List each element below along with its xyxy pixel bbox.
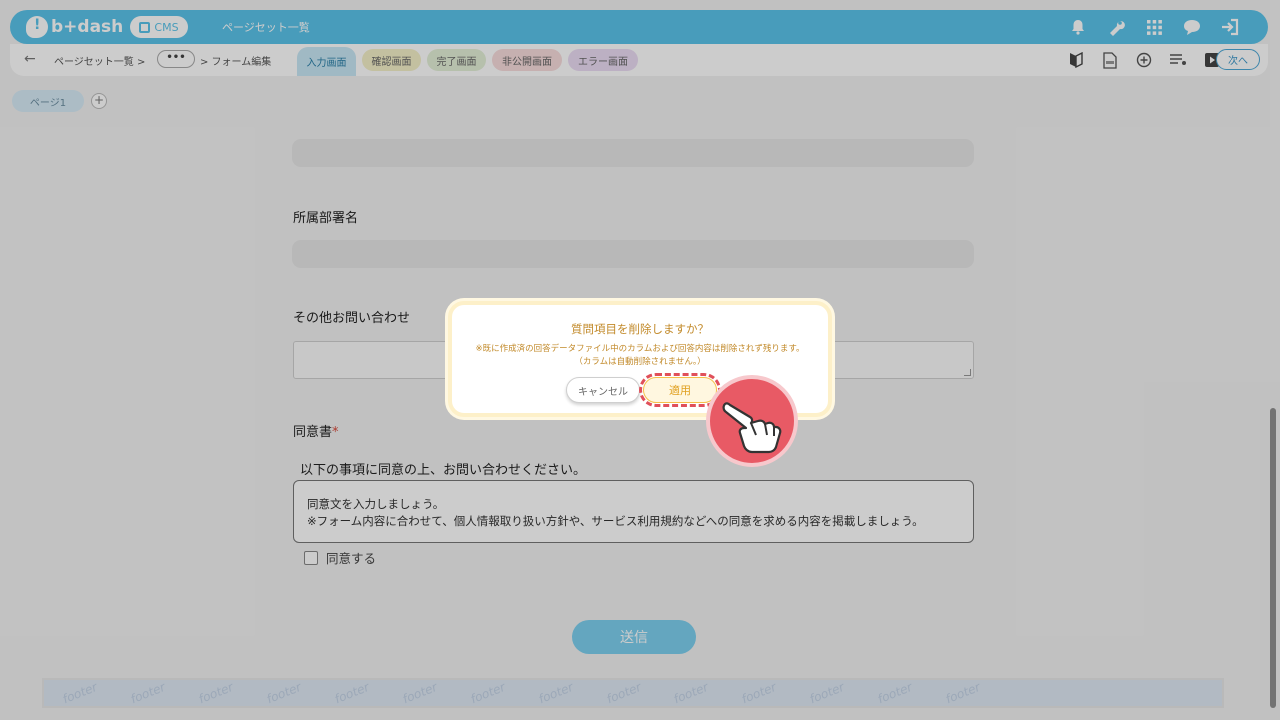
- apply-button[interactable]: 適用: [643, 377, 717, 403]
- dialog-title: 質問項目を削除しますか？: [571, 322, 709, 336]
- cancel-button[interactable]: キャンセル: [566, 377, 640, 403]
- dialog-message-line: ※既に作成済の回答データファイル中のカラムおよび回答内容は削除されず残ります。: [475, 344, 805, 354]
- pointer-hand-icon: [706, 375, 798, 467]
- dialog-message-line: （カラムは自動削除されません。）: [574, 357, 706, 367]
- dialog-message: ※既に作成済の回答データファイル中のカラムおよび回答内容は削除されず残ります。 …: [452, 343, 828, 369]
